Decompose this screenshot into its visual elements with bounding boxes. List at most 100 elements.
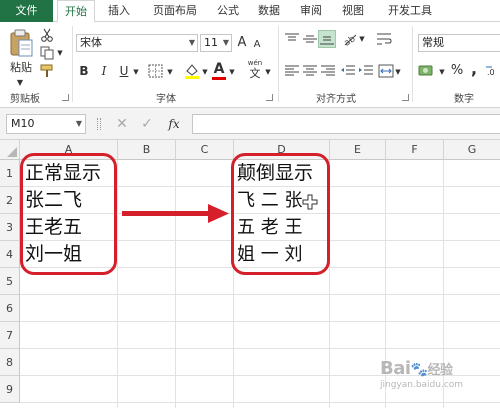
highlight-box-right — [231, 153, 330, 275]
row-header-3[interactable]: 3 — [0, 214, 20, 241]
tab-review[interactable]: 审阅 — [295, 0, 327, 22]
insert-function-button[interactable]: fx — [164, 115, 184, 133]
cancel-entry-icon[interactable]: ✕ — [114, 115, 130, 133]
number-format-combo[interactable]: 常规 — [418, 34, 500, 52]
decrease-font-size-button[interactable]: A — [251, 36, 263, 54]
column-header-b[interactable]: B — [118, 140, 176, 160]
tab-data[interactable]: 数据 — [253, 0, 285, 22]
increase-indent-icon[interactable] — [358, 64, 374, 78]
underline-dropdown-icon[interactable]: ▼ — [132, 63, 140, 81]
merge-dropdown-icon[interactable]: ▼ — [394, 63, 402, 81]
row-header-6[interactable]: 6 — [0, 295, 20, 322]
border-icon[interactable] — [148, 64, 164, 78]
bold-button[interactable]: B — [76, 62, 92, 80]
phonetic-guide-icon[interactable]: wén 文 — [246, 58, 264, 82]
align-top-icon[interactable] — [284, 32, 300, 46]
grid-line — [20, 294, 500, 295]
number-format-value: 常规 — [422, 36, 444, 49]
row-header-2[interactable]: 2 — [0, 187, 20, 214]
cell-cursor-icon — [302, 194, 318, 210]
fill-color-dropdown-icon[interactable]: ▼ — [201, 63, 209, 81]
name-box[interactable]: M10 ▼ — [6, 114, 86, 134]
tab-formulas[interactable]: 公式 — [212, 0, 244, 22]
row-header-8[interactable]: 8 — [0, 349, 20, 376]
font-size-combo[interactable]: 11 ▼ — [200, 34, 232, 52]
increase-decimal-icon[interactable]: .0 — [484, 64, 500, 78]
cut-icon[interactable] — [40, 28, 54, 42]
name-box-value: M10 — [11, 117, 35, 130]
excel-window: 文件 开始 插入 页面布局 公式 数据 审阅 视图 开发工具 粘贴 ▼ ▼ 剪贴… — [0, 0, 500, 408]
row-header-1[interactable]: 1 — [0, 160, 20, 187]
column-header-e[interactable]: E — [330, 140, 386, 160]
accounting-dropdown-icon[interactable]: ▼ — [438, 63, 446, 81]
align-bottom-icon[interactable] — [318, 30, 336, 48]
column-header-g[interactable]: G — [444, 140, 500, 160]
format-painter-icon[interactable] — [40, 64, 54, 78]
number-group-label: 数字 — [454, 94, 474, 105]
font-name-combo[interactable]: 宋体 ▼ — [76, 34, 198, 52]
tab-developer[interactable]: 开发工具 — [380, 0, 440, 22]
ribbon-home: 粘贴 ▼ ▼ 剪贴板 宋体 ▼ 11 ▼ A A B I U ▼ ▼ ▼ A ▼… — [0, 22, 500, 108]
confirm-entry-icon[interactable]: ✓ — [139, 115, 155, 133]
fill-color-icon[interactable] — [184, 62, 200, 80]
row-header-5[interactable]: 5 — [0, 268, 20, 295]
resize-handle-icon[interactable] — [97, 118, 101, 130]
wrap-text-icon[interactable] — [376, 31, 392, 47]
font-name-value: 宋体 — [80, 36, 102, 49]
clipboard-launcher-icon[interactable] — [62, 94, 69, 101]
formula-bar: M10 ▼ ✕ ✓ fx — [0, 108, 500, 140]
merge-center-icon[interactable] — [378, 63, 394, 79]
alignment-group-label: 对齐方式 — [316, 94, 356, 105]
border-dropdown-icon[interactable]: ▼ — [166, 63, 174, 81]
grid-line — [20, 321, 500, 322]
row-header-4[interactable]: 4 — [0, 241, 20, 268]
copy-icon[interactable] — [40, 46, 54, 60]
red-arrow-icon — [122, 202, 230, 226]
font-launcher-icon[interactable] — [266, 94, 273, 101]
tab-file[interactable]: 文件 — [0, 0, 53, 22]
watermark-brand: Bai🐾经验 — [380, 358, 453, 379]
percent-style-button[interactable]: % — [450, 62, 464, 80]
font-color-button[interactable]: A — [212, 60, 226, 78]
column-header-f[interactable]: F — [386, 140, 444, 160]
comma-style-button[interactable]: , — [468, 60, 480, 78]
font-color-swatch — [212, 77, 226, 80]
chevron-down-icon: ▼ — [188, 38, 195, 47]
decrease-indent-icon[interactable] — [340, 64, 356, 78]
row-header-9[interactable]: 9 — [0, 376, 20, 403]
tab-home[interactable]: 开始 — [57, 0, 95, 23]
group-separator — [278, 26, 279, 102]
underline-button[interactable]: U — [116, 62, 132, 80]
orientation-dropdown-icon[interactable]: ▼ — [358, 30, 366, 48]
italic-button[interactable]: I — [96, 62, 112, 80]
align-right-icon[interactable] — [320, 64, 336, 78]
align-middle-icon[interactable] — [302, 32, 318, 46]
chevron-down-icon: ▼ — [222, 38, 229, 47]
paste-icon[interactable] — [8, 28, 34, 58]
ribbon-tab-bar: 文件 开始 插入 页面布局 公式 数据 审阅 视图 开发工具 — [0, 0, 500, 23]
copy-dropdown-icon[interactable]: ▼ — [56, 44, 64, 62]
grid-line — [117, 160, 118, 408]
group-separator — [72, 26, 73, 102]
group-separator — [412, 26, 413, 102]
tab-insert[interactable]: 插入 — [101, 0, 137, 22]
column-header-c[interactable]: C — [176, 140, 234, 160]
phonetic-dropdown-icon[interactable]: ▼ — [264, 63, 272, 81]
baidu-watermark: Bai🐾经验 jingyan.baidu.com — [380, 358, 498, 406]
align-left-icon[interactable] — [284, 64, 300, 78]
formula-input[interactable] — [192, 114, 500, 134]
select-all-corner[interactable] — [0, 140, 20, 160]
chevron-down-icon[interactable]: ▼ — [76, 115, 82, 133]
align-center-icon[interactable] — [302, 64, 318, 78]
accounting-format-icon[interactable] — [418, 62, 438, 80]
tab-page-layout[interactable]: 页面布局 — [145, 0, 205, 22]
increase-font-size-button[interactable]: A — [235, 34, 249, 52]
row-header-7[interactable]: 7 — [0, 322, 20, 349]
orientation-icon[interactable]: ab — [342, 31, 358, 49]
font-group-label: 字体 — [156, 94, 176, 105]
font-size-value: 11 — [204, 36, 218, 49]
tab-view[interactable]: 视图 — [337, 0, 369, 22]
alignment-launcher-icon[interactable] — [402, 94, 409, 101]
grid-line — [20, 348, 500, 349]
font-color-dropdown-icon[interactable]: ▼ — [228, 63, 236, 81]
